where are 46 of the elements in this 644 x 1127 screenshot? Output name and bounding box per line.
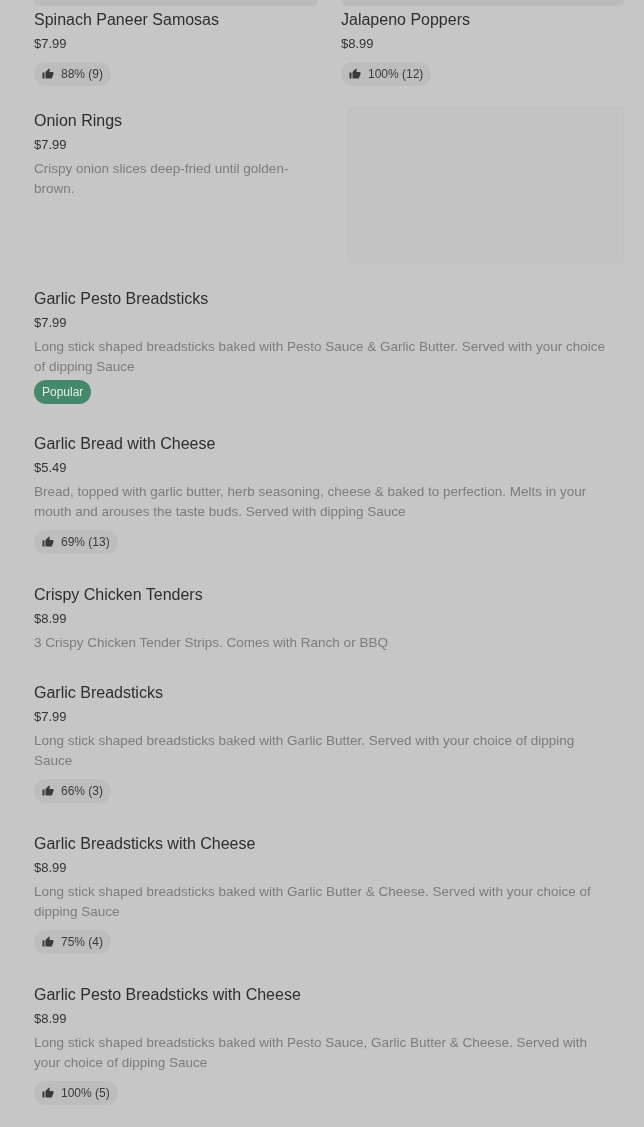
rating-text: 66% (3) bbox=[61, 783, 104, 800]
item-description: 3 Crispy Chicken Tender Strips. Comes with Ranch or BBQ bbox=[34, 634, 389, 652]
item-description: Long stick shaped breadsticks baked with Garlic Butter & Cheese. Served with your choice of dipping Sauce bbox=[34, 883, 592, 921]
item-price: $7.99 bbox=[34, 314, 68, 332]
item-name: Garlic Pesto Breadsticks bbox=[34, 289, 210, 309]
menu-card[interactable]: Spinach Paneer Samosas $7.99 88% (9) bbox=[34, 0, 317, 91]
thumbs-up-icon bbox=[42, 1087, 54, 1099]
item-price: $7.99 bbox=[34, 708, 68, 726]
item-price: $8.99 bbox=[34, 1010, 68, 1028]
menu-item[interactable]: Garlic Pesto Breadsticks with Cheese $8.99 Long stick shaped breadsticks baked with Pesto Sauce, Garlic Butter & Cheese. Served with your choice of dipping Sauce 100% (5) bbox=[34, 985, 614, 1106]
item-price: $8.99 bbox=[341, 35, 375, 53]
rating-text: 100% (5) bbox=[61, 1085, 110, 1102]
item-price: $7.99 bbox=[34, 136, 68, 154]
item-description: Long stick shaped breadsticks baked with Pesto Sauce & Garlic Butter. Served with your choice of dipping Sauce bbox=[34, 338, 607, 376]
menu-item[interactable]: Garlic Bread with Cheese $5.49 Bread, topped with garlic butter, herb seasoning, cheese & baked to perfection. Melts in your mouth and arouses the taste buds. Served with dipping Sauce 69% (13) bbox=[34, 434, 614, 555]
item-price: $7.99 bbox=[34, 35, 68, 53]
rating-text: 69% (13) bbox=[61, 534, 110, 551]
item-name: Garlic Pesto Breadsticks with Cheese bbox=[34, 985, 302, 1005]
item-name: Garlic Bread with Cheese bbox=[34, 434, 217, 454]
item-name: Spinach Paneer Samosas bbox=[34, 10, 220, 30]
thumbs-up-icon bbox=[42, 536, 54, 548]
item-price: $8.99 bbox=[34, 859, 68, 877]
rating-text: 75% (4) bbox=[61, 934, 104, 951]
menu-card[interactable]: Jalapeno Poppers $8.99 100% (12) bbox=[341, 0, 624, 91]
item-name: Garlic Breadsticks bbox=[34, 683, 164, 703]
thumbs-up-icon bbox=[42, 68, 54, 80]
item-price: $8.99 bbox=[34, 610, 68, 628]
item-description: Crispy onion slices deep-fried until golden-brown. bbox=[34, 160, 290, 198]
popular-badge: Popular bbox=[34, 380, 92, 404]
menu-item[interactable]: Crispy Chicken Tenders $8.99 3 Crispy Chicken Tender Strips. Comes with Ranch or BBQ bbox=[34, 585, 614, 653]
menu-item[interactable]: Garlic Breadsticks $7.99 Long stick shaped breadsticks baked with Garlic Butter. Served with your choice of dipping Sauce 66% (3) bbox=[34, 683, 614, 804]
item-price: $5.49 bbox=[34, 459, 68, 477]
menu-item[interactable]: Garlic Breadsticks with Cheese $8.99 Long stick shaped breadsticks baked with Garlic Butter & Cheese. Served with your choice of dipping Sauce 75% (4) bbox=[34, 834, 614, 955]
item-description: Long stick shaped breadsticks baked with Pesto Sauce, Garlic Butter & Cheese. Served with your choice of dipping Sauce bbox=[34, 1034, 589, 1072]
item-name: Crispy Chicken Tenders bbox=[34, 585, 204, 605]
item-name: Jalapeno Poppers bbox=[341, 10, 471, 30]
menu-item[interactable]: Garlic Pesto Breadsticks $7.99 Long stick shaped breadsticks baked with Pesto Sauce & Garlic Butter. Served with your choice of dipping Sauce Popular bbox=[34, 289, 614, 404]
thumbs-up-icon bbox=[349, 68, 361, 80]
item-description: Bread, topped with garlic butter, herb seasoning, cheese & baked to perfection. Melts in your mouth and arouses the taste buds. Served with dipping Sauce bbox=[34, 483, 588, 521]
item-name: Onion Rings bbox=[34, 111, 124, 131]
item-description: Long stick shaped breadsticks baked with Garlic Butter. Served with your choice of dipping Sauce bbox=[34, 732, 576, 770]
rating-text: 88% (9) bbox=[61, 66, 104, 83]
thumbs-up-icon bbox=[42, 936, 54, 948]
rating-text: 100% (12) bbox=[368, 66, 424, 83]
thumbs-up-icon bbox=[42, 785, 54, 797]
item-name: Garlic Breadsticks with Cheese bbox=[34, 834, 257, 854]
